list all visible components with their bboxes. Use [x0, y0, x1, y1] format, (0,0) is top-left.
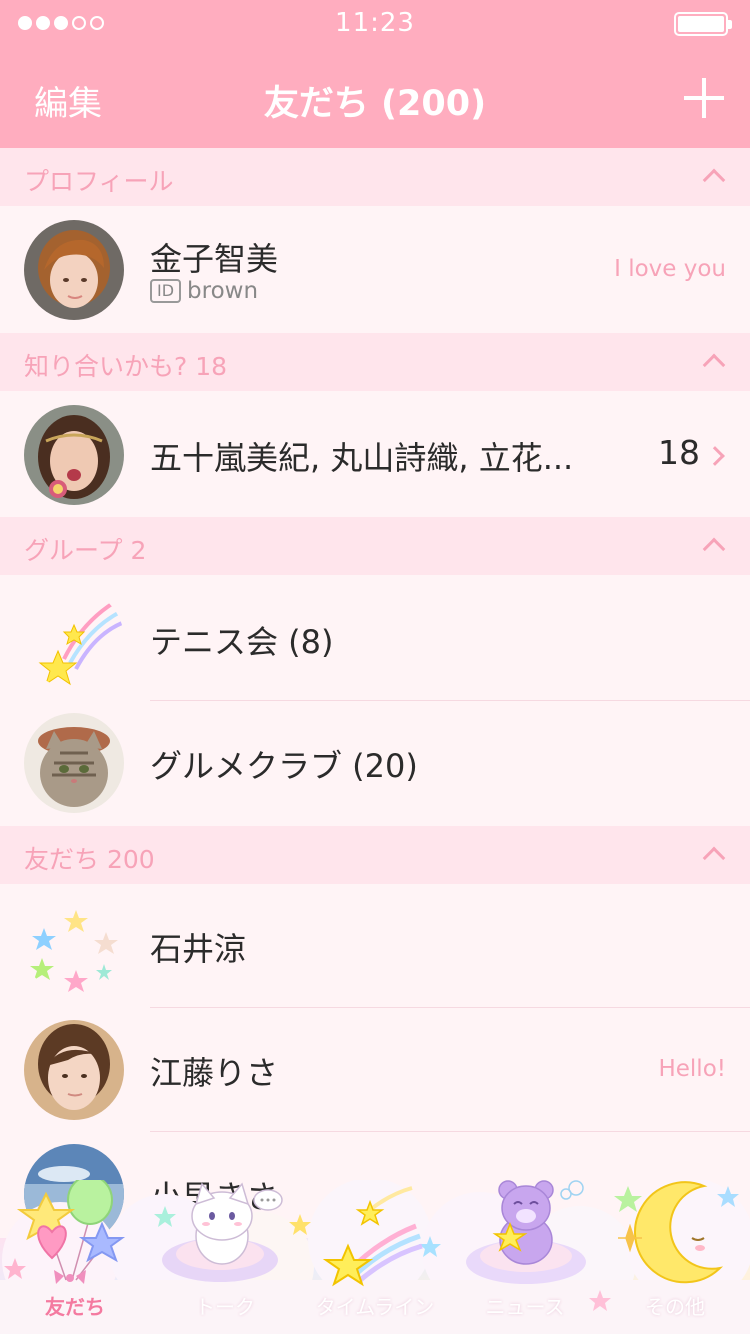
chevron-up-icon — [702, 846, 726, 870]
tab-label: 友だち — [45, 1295, 105, 1319]
status-message: Hello! — [658, 1056, 726, 1082]
profile-row[interactable]: 金子智美 ID brown I love you — [0, 208, 750, 332]
avatar — [24, 405, 124, 505]
tab-label: ニュース — [485, 1295, 565, 1319]
suggested-names: 五十嵐美紀, 丸山詩織, 立花... — [150, 439, 574, 477]
page-title: 友だち (200) — [263, 84, 487, 124]
tab-timeline[interactable]: タイムライン — [300, 1180, 450, 1334]
nav-bar: 編集 友だち (200) — [0, 48, 750, 148]
section-label: プロフィール — [24, 167, 174, 196]
id-badge: ID — [150, 279, 182, 303]
group-row[interactable]: テニス会 (8) — [0, 577, 750, 701]
profile-id: ID brown — [150, 278, 258, 304]
profile-name: 金子智美 — [150, 240, 279, 278]
section-header-suggested[interactable]: 知り合いかも? 18 — [0, 333, 750, 391]
avatar — [24, 1020, 124, 1120]
status-time: 11:23 — [335, 8, 415, 38]
avatar — [24, 713, 124, 813]
tab-label: トーク — [195, 1295, 255, 1319]
tab-talk[interactable]: トーク — [150, 1180, 300, 1334]
section-header-friends[interactable]: 友だち 200 — [0, 826, 750, 884]
battery-icon — [674, 12, 732, 36]
section-header-profile[interactable]: プロフィール — [0, 148, 750, 206]
tab-label: タイムライン — [315, 1295, 435, 1319]
plus-icon[interactable] — [684, 78, 724, 118]
group-name: グルメクラブ (20) — [150, 747, 418, 785]
section-label: 知り合いかも? 18 — [24, 352, 228, 381]
friend-name: 江藤りさ — [150, 1054, 279, 1092]
section-label: 友だち 200 — [24, 845, 155, 874]
section-label: グループ 2 — [24, 536, 147, 565]
section-header-groups[interactable]: グループ 2 — [0, 517, 750, 575]
chevron-up-icon — [702, 537, 726, 561]
group-row[interactable]: グルメクラブ (20) — [0, 701, 750, 825]
tab-bar: 友だち トーク タイムライン ニュース その他 — [0, 1180, 750, 1334]
friend-row[interactable]: 石井涼 — [0, 884, 750, 1008]
avatar — [24, 220, 124, 320]
friend-row[interactable]: 江藤りさ Hello! — [0, 1008, 750, 1132]
chevron-right-icon — [705, 446, 725, 466]
tab-friends[interactable]: 友だち — [0, 1180, 150, 1334]
tab-label: その他 — [645, 1295, 705, 1319]
suggested-friends-row[interactable]: 五十嵐美紀, 丸山詩織, 立花... 18 — [0, 393, 750, 517]
status-bar: 11:23 — [0, 0, 750, 48]
chevron-up-icon — [702, 353, 726, 377]
star-ring-icon — [24, 896, 124, 996]
chevron-up-icon — [702, 168, 726, 192]
tab-news[interactable]: ニュース — [450, 1180, 600, 1334]
tab-more[interactable]: その他 — [600, 1180, 750, 1334]
id-value: brown — [187, 278, 259, 304]
group-name: テニス会 (8) — [150, 623, 334, 661]
status-message: I love you — [614, 256, 726, 282]
shooting-star-icon — [24, 589, 124, 689]
friend-name: 石井涼 — [150, 930, 247, 968]
suggested-count: 18 — [658, 433, 700, 472]
